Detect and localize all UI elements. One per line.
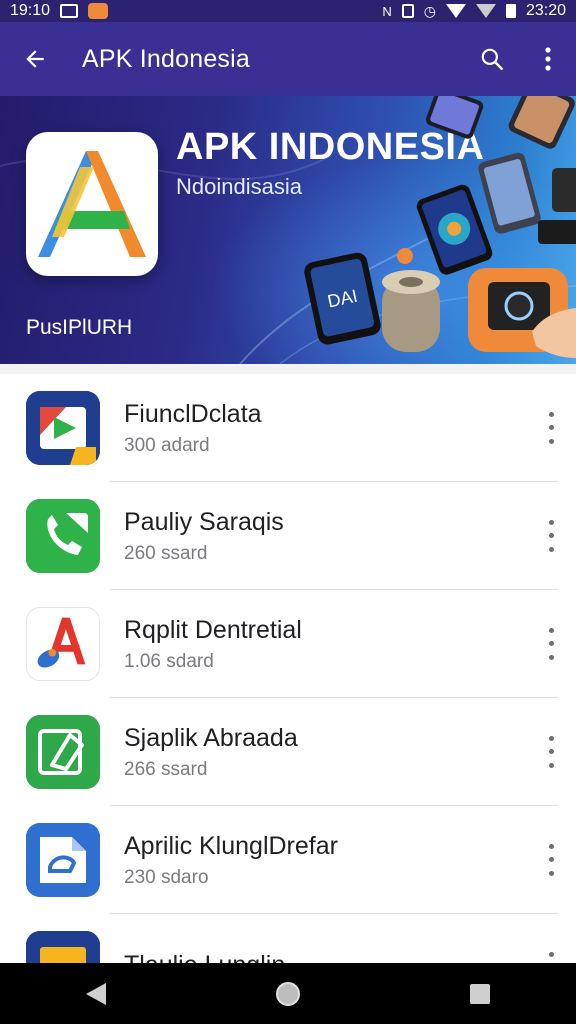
app-meta: 266 ssard bbox=[124, 759, 208, 780]
square-recents-icon bbox=[470, 983, 490, 1004]
app-notification-icon bbox=[88, 3, 109, 19]
list-item[interactable]: Rqplit Dentretial 1.06 sdard bbox=[0, 590, 576, 698]
search-button[interactable] bbox=[464, 22, 520, 96]
more-vert-icon bbox=[548, 412, 554, 418]
app-meta: 1.06 sdard bbox=[124, 651, 214, 672]
nfc-icon: N bbox=[382, 3, 392, 19]
signal-icon bbox=[475, 4, 496, 18]
app-list: FiunclDclata 300 adard Pauliy Saraqis 26… bbox=[0, 374, 576, 1022]
app-meta: 230 sdaro bbox=[124, 867, 209, 888]
app-name: FiunclDclata bbox=[124, 400, 262, 428]
system-navigation-bar bbox=[0, 963, 576, 1024]
app-name: Sjaplik Abraada bbox=[124, 724, 298, 752]
more-vert-icon bbox=[548, 952, 554, 958]
banner-app-logo bbox=[26, 132, 158, 276]
list-item[interactable]: FiunclDclata 300 adard bbox=[0, 374, 576, 482]
gallery-notification-icon bbox=[60, 4, 79, 18]
search-icon bbox=[481, 48, 503, 70]
banner-subheading: Ndoindisasia bbox=[176, 174, 302, 199]
arrow-back-icon bbox=[26, 50, 44, 68]
more-vert-icon bbox=[548, 628, 554, 634]
nav-back-button[interactable] bbox=[56, 963, 136, 1024]
circle-home-icon bbox=[276, 981, 300, 1006]
featured-banner[interactable]: APK INDONESIA Ndoindisasia PusIPlURH DAI bbox=[0, 96, 576, 364]
phone-icon bbox=[26, 499, 100, 573]
app-meta: 260 ssard bbox=[124, 543, 208, 564]
devices-illustration: DAI bbox=[304, 96, 576, 358]
app-name: Aprilic KlunglDrefar bbox=[124, 832, 338, 860]
status-clock-right: 23:20 bbox=[525, 2, 566, 19]
app-name: Pauliy Saraqis bbox=[124, 508, 284, 536]
sheet-divider bbox=[0, 364, 576, 374]
alarm-icon: ◷ bbox=[423, 2, 436, 19]
list-item[interactable]: Pauliy Saraqis 260 ssard bbox=[0, 482, 576, 590]
battery-icon bbox=[505, 4, 516, 18]
overflow-menu-button[interactable] bbox=[520, 22, 576, 96]
apk-logo-icon bbox=[38, 151, 146, 257]
item-more-button[interactable] bbox=[544, 624, 558, 664]
item-more-button[interactable] bbox=[544, 408, 558, 448]
letter-a-icon bbox=[26, 607, 100, 681]
item-more-button[interactable] bbox=[544, 840, 558, 880]
vibrate-icon bbox=[401, 4, 414, 18]
document-icon bbox=[26, 823, 100, 897]
nav-home-button[interactable] bbox=[248, 963, 328, 1024]
nav-recents-button[interactable] bbox=[440, 963, 520, 1024]
edit-square-icon bbox=[26, 715, 100, 789]
item-more-button[interactable] bbox=[544, 732, 558, 772]
banner-footer-text: PusIPlURH bbox=[26, 316, 133, 339]
wifi-icon bbox=[445, 4, 466, 18]
more-vert-icon bbox=[548, 736, 554, 742]
list-item[interactable]: Sjaplik Abraada 266 ssard bbox=[0, 698, 576, 806]
back-button[interactable] bbox=[0, 22, 70, 96]
list-item[interactable]: Aprilic KlunglDrefar 230 sdaro bbox=[0, 806, 576, 914]
app-bar: APK Indonesia bbox=[0, 22, 576, 96]
more-vert-icon bbox=[548, 520, 554, 526]
status-bar: 19:10 N ◷ 23:20 bbox=[0, 0, 576, 22]
triangle-back-icon bbox=[86, 982, 106, 1005]
more-vert-icon bbox=[545, 47, 551, 71]
app-name: Rqplit Dentretial bbox=[124, 616, 302, 644]
app-meta: 300 adard bbox=[124, 435, 210, 456]
item-more-button[interactable] bbox=[544, 516, 558, 556]
more-vert-icon bbox=[548, 844, 554, 850]
page-title: APK Indonesia bbox=[82, 44, 250, 73]
status-time: 19:10 bbox=[10, 2, 51, 19]
video-play-icon bbox=[26, 391, 100, 465]
